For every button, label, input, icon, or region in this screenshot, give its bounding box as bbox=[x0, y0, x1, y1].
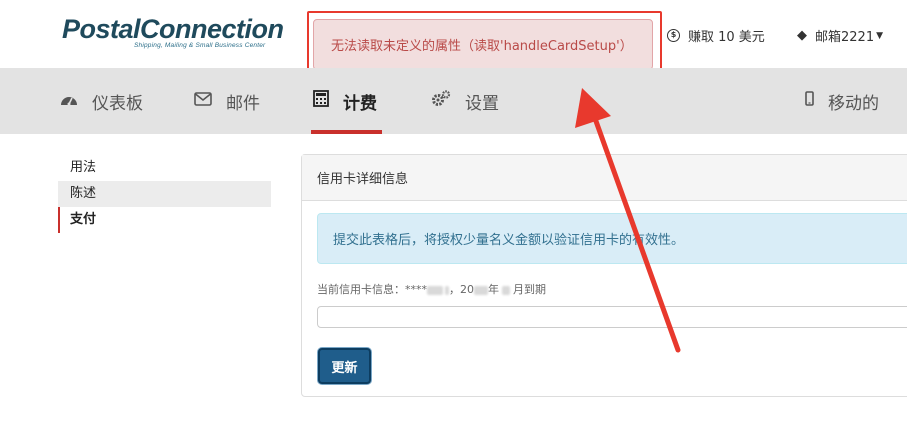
current-card-mid: ，20 bbox=[449, 283, 474, 296]
active-tab-indicator bbox=[311, 130, 382, 134]
nav-settings[interactable]: 设置 bbox=[431, 68, 499, 134]
panel-title: 信用卡详细信息 bbox=[302, 155, 907, 201]
earn-referral-link[interactable]: $ 赚取 10 美元 bbox=[667, 26, 765, 45]
nav-mobile-label: 移动的 bbox=[828, 93, 879, 114]
gears-icon bbox=[431, 90, 451, 112]
nav-mail-label: 邮件 bbox=[226, 93, 260, 114]
cube-icon: ◆ bbox=[797, 28, 807, 43]
redacted-month bbox=[445, 285, 449, 295]
top-header: PostalConnection Shipping, Mailing & Sma… bbox=[0, 0, 907, 70]
nav-billing[interactable]: 计费 bbox=[313, 68, 377, 134]
logo-text: PostalConnection bbox=[62, 14, 284, 44]
mobile-icon bbox=[805, 91, 814, 111]
calculator-icon bbox=[313, 90, 329, 112]
earn-label: 赚取 10 美元 bbox=[688, 30, 765, 45]
nav-billing-label: 计费 bbox=[343, 93, 377, 114]
main-nav: 仪表板 邮件 计费 设置 移动的 bbox=[0, 68, 907, 134]
side-item-statements[interactable]: 陈述 bbox=[58, 181, 271, 207]
dollar-coin-icon: $ bbox=[667, 29, 680, 42]
mailbox-label: 邮箱2221 bbox=[815, 30, 875, 45]
update-button[interactable]: 更新 bbox=[318, 348, 371, 384]
nav-dashboard[interactable]: 仪表板 bbox=[60, 68, 143, 134]
nav-settings-label: 设置 bbox=[465, 93, 499, 114]
envelope-icon bbox=[194, 91, 212, 111]
current-card-year: 年 bbox=[488, 283, 499, 296]
nav-dashboard-label: 仪表板 bbox=[92, 93, 143, 114]
postal-connection-logo[interactable]: PostalConnection Shipping, Mailing & Sma… bbox=[62, 14, 284, 60]
dashboard-icon bbox=[60, 91, 78, 111]
redacted-year bbox=[474, 285, 488, 295]
error-alert: 无法读取未定义的属性（读取'handleCardSetup'） bbox=[313, 19, 653, 70]
credit-card-panel: 信用卡详细信息 提交此表格后，将授权少量名义金额以验证信用卡的有效性。 当前信用… bbox=[301, 154, 907, 397]
info-alert: 提交此表格后，将授权少量名义金额以验证信用卡的有效性。 bbox=[317, 213, 907, 264]
error-message: 无法读取未定义的属性（读取'handleCardSetup'） bbox=[331, 39, 633, 54]
redacted-month-2 bbox=[502, 285, 510, 295]
nav-mail[interactable]: 邮件 bbox=[194, 68, 260, 134]
current-card-prefix: 当前信用卡信息：**** bbox=[317, 283, 427, 296]
info-text: 提交此表格后，将授权少量名义金额以验证信用卡的有效性。 bbox=[333, 233, 685, 248]
nav-mobile[interactable]: 移动的 bbox=[805, 68, 879, 134]
caret-down-icon: ▼ bbox=[876, 30, 884, 41]
billing-side-menu: 用法 陈述 支付 bbox=[58, 155, 271, 233]
current-card-info: 当前信用卡信息：**** ，20 年 月到期 bbox=[317, 281, 546, 297]
redacted-digits bbox=[427, 285, 443, 295]
side-item-payment[interactable]: 支付 bbox=[58, 207, 271, 233]
card-number-field[interactable] bbox=[317, 306, 907, 328]
side-item-usage[interactable]: 用法 bbox=[58, 155, 271, 181]
current-card-suffix: 月到期 bbox=[513, 283, 546, 296]
mailbox-dropdown[interactable]: ◆ 邮箱2221 ▼ bbox=[797, 26, 883, 45]
logo-tagline: Shipping, Mailing & Small Business Cente… bbox=[134, 42, 266, 49]
